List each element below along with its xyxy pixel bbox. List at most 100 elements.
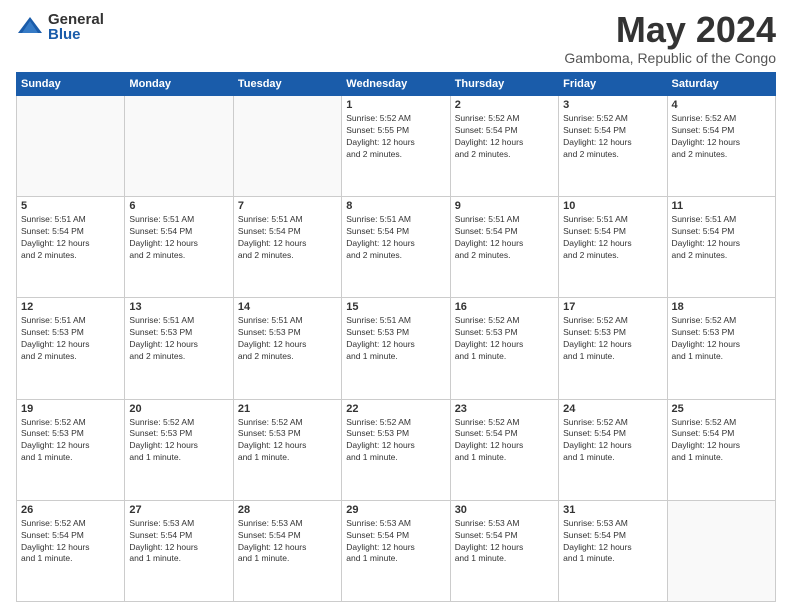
calendar-cell [233,96,341,197]
day-number: 21 [238,403,337,415]
day-number: 9 [455,200,554,212]
day-number: 30 [455,504,554,516]
day-number: 12 [21,301,120,313]
calendar-cell: 25 Sunrise: 5:52 AM Sunset: 5:54 PM Dayli… [667,399,775,500]
day-number: 13 [129,301,228,313]
day-detail: Sunrise: 5:51 AM Sunset: 5:53 PM Dayligh… [21,315,120,363]
calendar-cell: 27 Sunrise: 5:53 AM Sunset: 5:54 PM Dayli… [125,500,233,601]
day-detail: Sunrise: 5:52 AM Sunset: 5:53 PM Dayligh… [563,315,662,363]
calendar-cell: 2 Sunrise: 5:52 AM Sunset: 5:54 PM Daylig… [450,96,558,197]
calendar-cell: 5Sunrise: 5:51 AM Sunset: 5:54 PM Daylig… [17,197,125,298]
weekday-header: Saturday [667,73,775,96]
day-number: 25 [672,403,771,415]
day-number: 29 [346,504,445,516]
calendar-cell: 3 Sunrise: 5:52 AM Sunset: 5:54 PM Daylig… [559,96,667,197]
title-area: May 2024 Gamboma, Republic of the Congo [564,12,776,66]
logo: General Blue [16,12,104,42]
day-number: 14 [238,301,337,313]
day-detail: Sunrise: 5:51 AM Sunset: 5:54 PM Dayligh… [455,214,554,262]
day-number: 31 [563,504,662,516]
day-number: 3 [563,99,662,111]
calendar-cell [667,500,775,601]
day-number: 2 [455,99,554,111]
calendar-cell: 28Sunrise: 5:53 AM Sunset: 5:54 PM Dayli… [233,500,341,601]
header: General Blue May 2024 Gamboma, Republic … [16,12,776,66]
calendar-table: SundayMondayTuesdayWednesdayThursdayFrid… [16,72,776,602]
day-detail: Sunrise: 5:52 AM Sunset: 5:53 PM Dayligh… [672,315,771,363]
day-detail: Sunrise: 5:52 AM Sunset: 5:55 PM Dayligh… [346,113,445,161]
calendar-week-row: 1 Sunrise: 5:52 AM Sunset: 5:55 PM Daylig… [17,96,776,197]
weekday-header: Tuesday [233,73,341,96]
day-detail: Sunrise: 5:52 AM Sunset: 5:54 PM Dayligh… [455,417,554,465]
day-detail: Sunrise: 5:53 AM Sunset: 5:54 PM Dayligh… [346,518,445,566]
calendar-cell: 1 Sunrise: 5:52 AM Sunset: 5:55 PM Daylig… [342,96,450,197]
logo-general: General [48,12,104,27]
day-number: 24 [563,403,662,415]
day-detail: Sunrise: 5:52 AM Sunset: 5:54 PM Dayligh… [672,417,771,465]
day-detail: Sunrise: 5:51 AM Sunset: 5:54 PM Dayligh… [672,214,771,262]
day-number: 4 [672,99,771,111]
day-number: 20 [129,403,228,415]
calendar-cell: 18 Sunrise: 5:52 AM Sunset: 5:53 PM Dayli… [667,298,775,399]
day-number: 27 [129,504,228,516]
calendar-cell: 9 Sunrise: 5:51 AM Sunset: 5:54 PM Daylig… [450,197,558,298]
day-number: 23 [455,403,554,415]
logo-blue: Blue [48,27,104,42]
day-detail: Sunrise: 5:52 AM Sunset: 5:53 PM Dayligh… [238,417,337,465]
month-title: May 2024 [564,12,776,48]
day-detail: Sunrise: 5:51 AM Sunset: 5:54 PM Dayligh… [346,214,445,262]
day-detail: Sunrise: 5:52 AM Sunset: 5:53 PM Dayligh… [129,417,228,465]
calendar-cell: 19 Sunrise: 5:52 AM Sunset: 5:53 PM Dayli… [17,399,125,500]
calendar-cell: 4 Sunrise: 5:52 AM Sunset: 5:54 PM Daylig… [667,96,775,197]
page: General Blue May 2024 Gamboma, Republic … [0,0,792,612]
weekday-header: Wednesday [342,73,450,96]
calendar-cell: 30 Sunrise: 5:53 AM Sunset: 5:54 PM Dayli… [450,500,558,601]
day-number: 18 [672,301,771,313]
calendar-cell: 11Sunrise: 5:51 AM Sunset: 5:54 PM Dayli… [667,197,775,298]
day-number: 26 [21,504,120,516]
calendar-cell: 8 Sunrise: 5:51 AM Sunset: 5:54 PM Daylig… [342,197,450,298]
day-detail: Sunrise: 5:52 AM Sunset: 5:54 PM Dayligh… [563,113,662,161]
calendar-cell: 6 Sunrise: 5:51 AM Sunset: 5:54 PM Daylig… [125,197,233,298]
day-detail: Sunrise: 5:53 AM Sunset: 5:54 PM Dayligh… [129,518,228,566]
calendar-cell: 14Sunrise: 5:51 AM Sunset: 5:53 PM Dayli… [233,298,341,399]
weekday-header: Friday [559,73,667,96]
day-number: 6 [129,200,228,212]
day-detail: Sunrise: 5:51 AM Sunset: 5:54 PM Dayligh… [21,214,120,262]
day-detail: Sunrise: 5:52 AM Sunset: 5:53 PM Dayligh… [346,417,445,465]
day-number: 16 [455,301,554,313]
day-detail: Sunrise: 5:51 AM Sunset: 5:53 PM Dayligh… [129,315,228,363]
day-number: 17 [563,301,662,313]
day-detail: Sunrise: 5:52 AM Sunset: 5:53 PM Dayligh… [21,417,120,465]
day-detail: Sunrise: 5:52 AM Sunset: 5:54 PM Dayligh… [672,113,771,161]
calendar-cell: 7Sunrise: 5:51 AM Sunset: 5:54 PM Daylig… [233,197,341,298]
calendar-cell: 23 Sunrise: 5:52 AM Sunset: 5:54 PM Dayli… [450,399,558,500]
day-detail: Sunrise: 5:52 AM Sunset: 5:54 PM Dayligh… [563,417,662,465]
weekday-header: Thursday [450,73,558,96]
weekday-header-row: SundayMondayTuesdayWednesdayThursdayFrid… [17,73,776,96]
day-detail: Sunrise: 5:53 AM Sunset: 5:54 PM Dayligh… [563,518,662,566]
calendar-cell: 10Sunrise: 5:51 AM Sunset: 5:54 PM Dayli… [559,197,667,298]
day-detail: Sunrise: 5:51 AM Sunset: 5:54 PM Dayligh… [563,214,662,262]
calendar-cell: 13 Sunrise: 5:51 AM Sunset: 5:53 PM Dayli… [125,298,233,399]
calendar-cell: 12 Sunrise: 5:51 AM Sunset: 5:53 PM Dayli… [17,298,125,399]
day-detail: Sunrise: 5:51 AM Sunset: 5:53 PM Dayligh… [346,315,445,363]
calendar-cell: 17 Sunrise: 5:52 AM Sunset: 5:53 PM Dayli… [559,298,667,399]
calendar-cell: 20 Sunrise: 5:52 AM Sunset: 5:53 PM Dayli… [125,399,233,500]
calendar-week-row: 19 Sunrise: 5:52 AM Sunset: 5:53 PM Dayli… [17,399,776,500]
day-detail: Sunrise: 5:52 AM Sunset: 5:54 PM Dayligh… [21,518,120,566]
day-detail: Sunrise: 5:51 AM Sunset: 5:54 PM Dayligh… [129,214,228,262]
calendar-cell: 21 Sunrise: 5:52 AM Sunset: 5:53 PM Dayli… [233,399,341,500]
day-number: 8 [346,200,445,212]
day-number: 22 [346,403,445,415]
day-detail: Sunrise: 5:52 AM Sunset: 5:54 PM Dayligh… [455,113,554,161]
day-detail: Sunrise: 5:53 AM Sunset: 5:54 PM Dayligh… [455,518,554,566]
day-number: 1 [346,99,445,111]
weekday-header: Monday [125,73,233,96]
calendar-week-row: 5Sunrise: 5:51 AM Sunset: 5:54 PM Daylig… [17,197,776,298]
day-detail: Sunrise: 5:52 AM Sunset: 5:53 PM Dayligh… [455,315,554,363]
calendar-cell [17,96,125,197]
logo-text: General Blue [48,12,104,42]
day-number: 19 [21,403,120,415]
calendar-week-row: 26 Sunrise: 5:52 AM Sunset: 5:54 PM Dayli… [17,500,776,601]
